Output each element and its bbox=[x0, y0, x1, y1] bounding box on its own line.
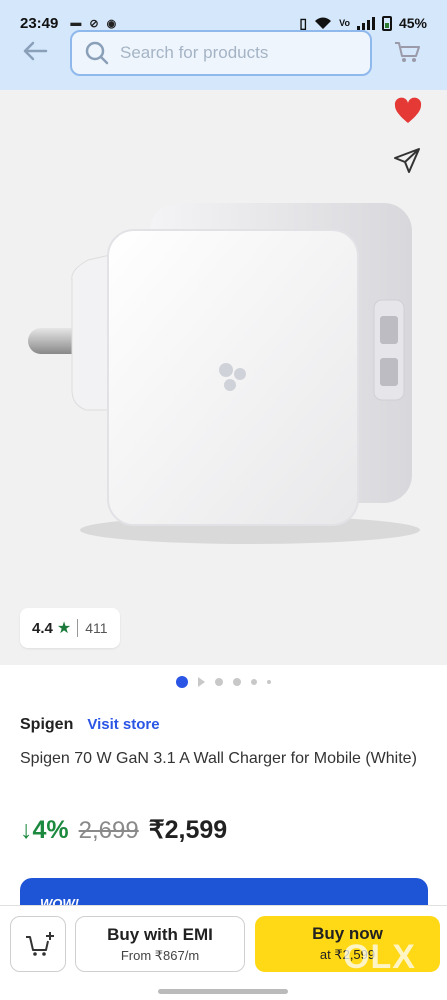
buy-with-emi-button[interactable]: Buy with EMI From ₹867/m bbox=[75, 916, 245, 972]
add-to-cart-button[interactable] bbox=[10, 916, 66, 972]
search-icon bbox=[85, 41, 109, 65]
bottom-action-bar: Buy with EMI From ₹867/m Buy now at ₹2,5… bbox=[0, 905, 447, 1000]
vibrate-icon: ▯ bbox=[299, 14, 308, 31]
brand-name: Spigen bbox=[20, 716, 74, 733]
carousel-dot[interactable] bbox=[251, 679, 257, 685]
heart-icon[interactable] bbox=[393, 96, 423, 126]
visit-store-link[interactable]: Visit store bbox=[87, 716, 159, 733]
search-bar[interactable] bbox=[70, 30, 372, 76]
product-image bbox=[28, 203, 420, 544]
rating-count: 411 bbox=[85, 620, 108, 636]
original-price: 2,699 bbox=[78, 817, 139, 844]
status-time: 23:49 bbox=[20, 14, 59, 32]
carousel-dot-active[interactable] bbox=[176, 676, 188, 688]
price-row: ↓4% 2,699 ₹2,599 bbox=[20, 815, 227, 845]
selling-price: ₹2,599 bbox=[148, 816, 228, 844]
star-icon: ★ bbox=[56, 620, 72, 637]
whatsapp-icon: ◉ bbox=[106, 17, 117, 30]
emi-subtext: From ₹867/m bbox=[120, 948, 200, 963]
rating-divider bbox=[77, 619, 79, 637]
top-header: 23:49 ▬ ⊘ ◉ ▯ Vo 45% bbox=[0, 0, 447, 90]
notification-icon: ▬ bbox=[70, 17, 82, 29]
brand-row: Spigen Visit store bbox=[20, 716, 160, 734]
rating-badge[interactable]: 4.4 ★ 411 bbox=[20, 608, 120, 648]
wifi-icon bbox=[315, 17, 332, 29]
olx-watermark: OLX bbox=[343, 938, 416, 976]
buy-now-button[interactable]: Buy now at ₹2,599 OLX bbox=[255, 916, 440, 976]
search-input[interactable] bbox=[120, 43, 350, 63]
rating-score: 4.4 bbox=[32, 619, 53, 637]
carousel-dot[interactable] bbox=[215, 678, 223, 686]
emi-label: Buy with EMI bbox=[107, 925, 213, 944]
add-to-cart-icon bbox=[26, 932, 54, 956]
product-image-gallery[interactable]: 4.4 ★ 411 bbox=[0, 90, 447, 665]
carousel-play-icon[interactable] bbox=[198, 677, 205, 687]
volte-icon: Vo bbox=[339, 18, 350, 28]
link-icon: ⊘ bbox=[89, 17, 99, 30]
discount-percent: ↓4% bbox=[20, 816, 69, 844]
signal-icon bbox=[356, 16, 375, 30]
carousel-dots bbox=[0, 672, 447, 692]
carousel-dot[interactable] bbox=[267, 680, 271, 684]
product-title: Spigen 70 W GaN 3.1 A Wall Charger for M… bbox=[20, 750, 417, 767]
status-right: ▯ Vo 45% bbox=[299, 15, 427, 32]
battery-percent: 45% bbox=[398, 15, 427, 31]
battery-icon bbox=[381, 15, 392, 31]
share-icon[interactable] bbox=[393, 146, 421, 174]
home-indicator[interactable] bbox=[158, 989, 288, 994]
cart-icon[interactable] bbox=[393, 40, 421, 64]
search-row bbox=[0, 30, 447, 80]
carousel-dot[interactable] bbox=[233, 678, 241, 686]
back-arrow-icon[interactable] bbox=[20, 36, 50, 66]
